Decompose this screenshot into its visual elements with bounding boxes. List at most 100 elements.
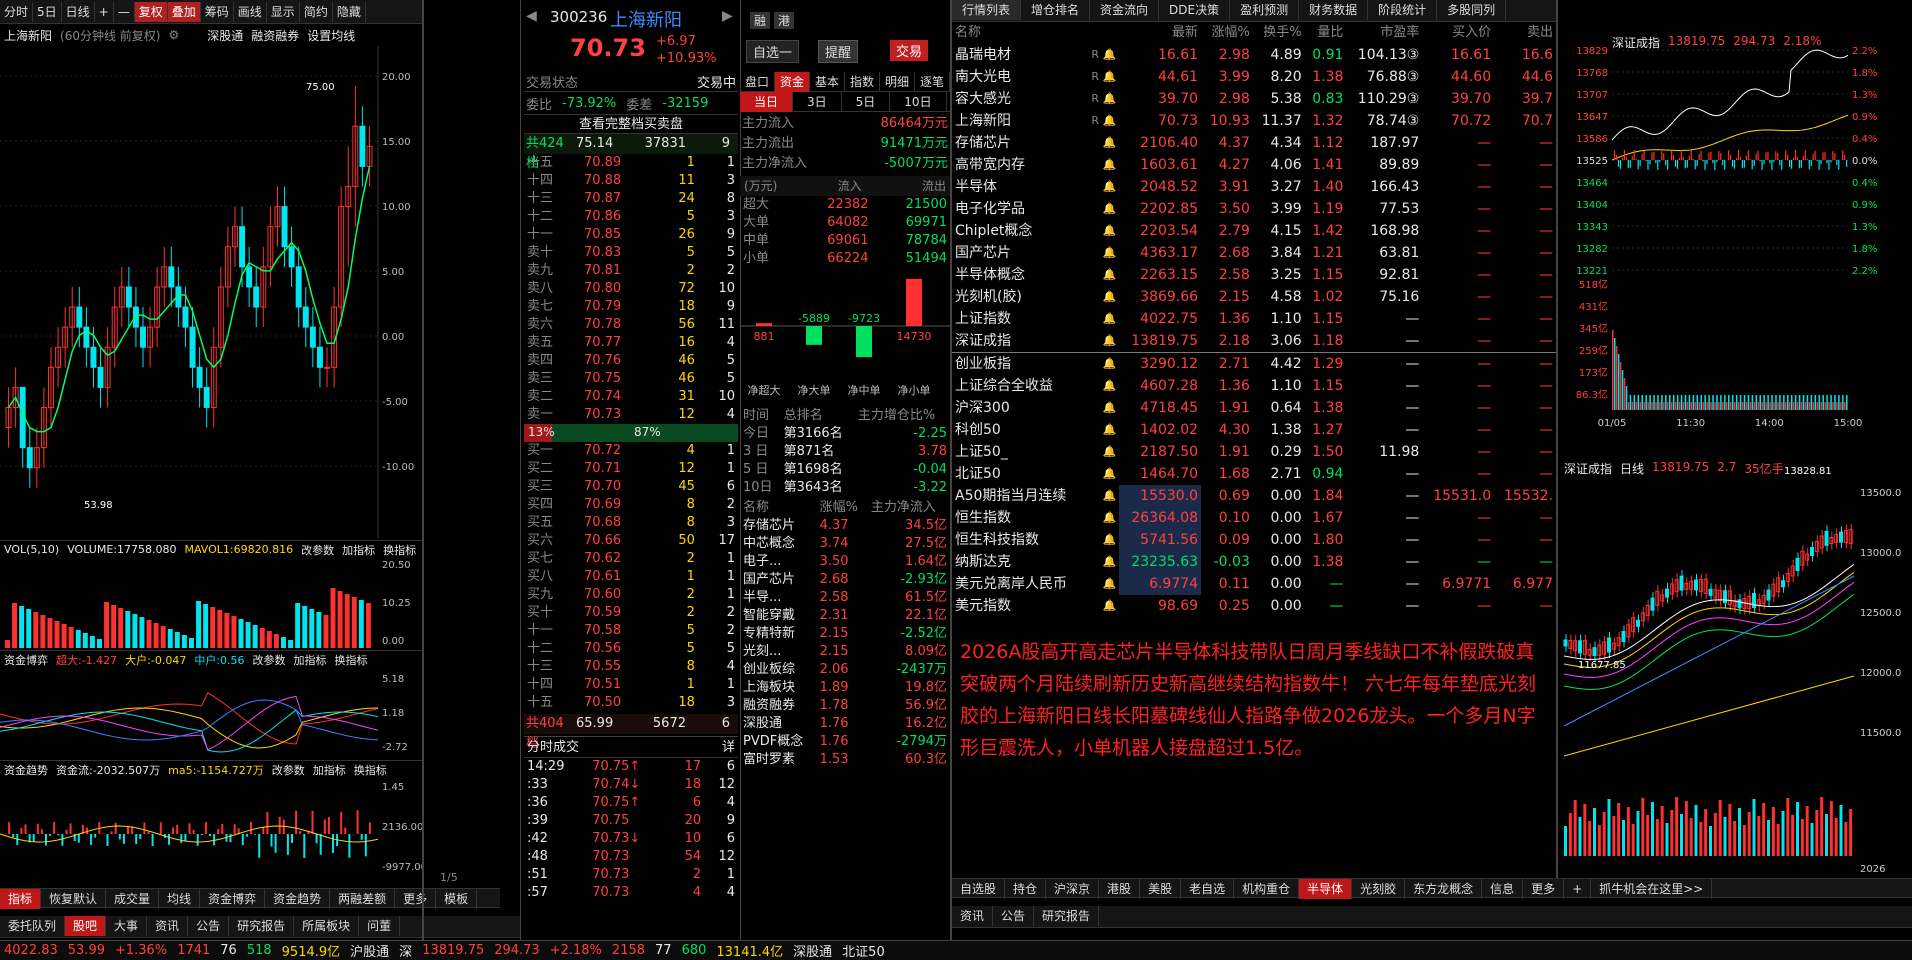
fund-subtab-1[interactable]: 3日 [793, 92, 842, 112]
vol-add-button[interactable]: 加指标 [342, 542, 375, 558]
sector-tab-1[interactable]: 持仓 [1005, 879, 1047, 899]
shengutong-link[interactable]: 深股通 [207, 27, 243, 44]
list-row-1[interactable]: 南大光电 R 🔔 44.61 3.99 8.20 1.38 76.88③ 44.60 44.6 [952, 66, 1556, 88]
list-row-15[interactable]: 上证综合全收益 🔔 4607.28 1.36 1.10 1.15 — — — [952, 375, 1556, 397]
market-tab-0[interactable]: 行情列表 [952, 0, 1022, 20]
sell-row-2[interactable]: 十三 70.87 24 8 [524, 190, 738, 208]
list-row-13[interactable]: 深证成指 🔔 13819.75 2.18 3.06 1.18 — — — [952, 330, 1556, 353]
market-tab-4[interactable]: 盈利预测 [1230, 0, 1300, 20]
fund-subtab-2[interactable]: 5日 [842, 92, 891, 112]
buy-row-0[interactable]: 买一 70.72 4 1 [524, 442, 738, 460]
prev-arrow-icon[interactable]: ◀ [526, 8, 537, 24]
next-arrow-icon[interactable]: ▶ [722, 8, 733, 24]
buy-row-13[interactable]: 十四 70.51 1 1 [524, 676, 738, 694]
list-row-19[interactable]: 北证50 🔔 1464.70 1.68 2.71 0.94 — — — [952, 463, 1556, 485]
sell-row-3[interactable]: 十二 70.86 5 3 [524, 208, 738, 226]
list-row-12[interactable]: 上证指数 🔔 4022.75 1.36 1.10 1.15 — — — [952, 308, 1556, 330]
market-tab-5[interactable]: 财务数据 [1299, 0, 1369, 20]
lower-tab-1[interactable]: 股吧 [65, 916, 107, 936]
sector-tab-12[interactable]: + [1564, 879, 1592, 899]
list-row-0[interactable]: 晶瑞电材 R 🔔 16.61 2.98 4.89 0.91 104.13③ 16.61 16.6 [952, 44, 1556, 66]
trade-button[interactable]: 交易 [890, 40, 929, 61]
toolbar-btn-6[interactable]: 叠加 [167, 2, 201, 22]
ind-tab-3[interactable]: 均线 [159, 889, 201, 909]
full-book-button[interactable]: 查看完整档买卖盘 [524, 114, 738, 134]
fund-tab-2[interactable]: 基本 [810, 72, 845, 92]
market-tab-1[interactable]: 增仓排名 [1021, 0, 1091, 20]
toolbar-btn-2[interactable]: 日线 [62, 2, 95, 22]
vol-swap-button[interactable]: 换指标 [383, 542, 416, 558]
status-hgt[interactable]: 沪股通 [350, 941, 389, 960]
sell-row-11[interactable]: 卖四 70.76 46 5 [524, 352, 738, 370]
trend-param-button[interactable]: 改参数 [272, 762, 305, 778]
toolbar-btn-9[interactable]: 显示 [267, 2, 300, 22]
ind-tab-8[interactable]: 模板 [436, 889, 478, 909]
index-day-chart[interactable]: 13500.0 13000.0 12500.0 12000.0 11500.0 13828… [1558, 456, 1912, 876]
sell-row-13[interactable]: 卖二 70.74 31 10 [524, 388, 738, 406]
list-row-4[interactable]: 存储芯片 🔔 2106.40 4.37 4.34 1.12 187.97 — — [952, 132, 1556, 154]
sector-tab-7[interactable]: 半导体 [1299, 879, 1353, 899]
lower-tab-5[interactable]: 研究报告 [229, 916, 295, 936]
buy-row-10[interactable]: 十一 70.58 5 2 [524, 622, 738, 640]
ind-tab-7[interactable]: 更多 [395, 889, 437, 909]
ind-tab-2[interactable]: 成交量 [106, 889, 160, 909]
list-row-5[interactable]: 高带宽内存 🔔 1603.61 4.27 4.06 1.41 89.89 — — [952, 154, 1556, 176]
sector-row-8[interactable]: 创业板综 2.06 -2437万 [740, 661, 950, 679]
ind-tab-0[interactable]: 指标 [0, 889, 42, 909]
sector-row-9[interactable]: 上海板块 1.89 19.8亿 [740, 679, 950, 697]
rzrq-link[interactable]: 融资融券 [251, 27, 299, 44]
ind-tab-6[interactable]: 两融差额 [330, 889, 396, 909]
sector-tab-2[interactable]: 沪深京 [1046, 879, 1100, 899]
fund-subtab-0[interactable]: 当日 [740, 92, 794, 112]
sell-row-12[interactable]: 卖三 70.75 46 5 [524, 370, 738, 388]
fund-tab-4[interactable]: 明细 [880, 72, 915, 92]
sector-row-12[interactable]: PVDF概念 1.76 -2794万 [740, 733, 950, 751]
sector-tab-5[interactable]: 老自选 [1181, 879, 1235, 899]
sector-row-10[interactable]: 融资融券 1.78 56.9亿 [740, 697, 950, 715]
list-row-14[interactable]: 创业板指 🔔 3290.12 2.71 4.42 1.29 — — — [952, 352, 1556, 376]
status-sgt[interactable]: 深股通 [793, 941, 832, 960]
market-tab-3[interactable]: DDE决策 [1159, 0, 1231, 20]
fund-tab-0[interactable]: 盘口 [740, 72, 775, 92]
buy-row-9[interactable]: 买十 70.59 2 2 [524, 604, 738, 622]
ind-tab-4[interactable]: 资金博弈 [200, 889, 266, 909]
fund-subtab-3[interactable]: 10日 [890, 92, 947, 112]
trend-add-button[interactable]: 加指标 [313, 762, 346, 778]
index-minute-chart[interactable]: 13829 2.2% 13768 1.8% 13707 1.3% 13647 0.9% 1358… [1558, 30, 1912, 450]
buy-row-2[interactable]: 买三 70.70 45 6 [524, 478, 738, 496]
sell-row-7[interactable]: 卖八 70.80 72 10 [524, 280, 738, 298]
list-row-16[interactable]: 沪深300 🔔 4718.45 1.91 0.64 1.38 — — — [952, 397, 1556, 419]
list-row-3[interactable]: 上海新阳 R 🔔 70.73 10.93 11.37 1.32 78.74③ 70.72 70.… [952, 110, 1556, 132]
list-row-10[interactable]: 半导体概念 🔔 2263.15 2.58 3.25 1.15 92.81 — — [952, 264, 1556, 286]
sector-row-6[interactable]: 专精特新 2.15 -2.52亿 [740, 625, 950, 643]
sell-row-6[interactable]: 卖九 70.81 2 2 [524, 262, 738, 280]
toolbar-btn-7[interactable]: 筹码 [201, 2, 234, 22]
ind-tab-1[interactable]: 恢复默认 [41, 889, 107, 909]
sell-row-14[interactable]: 卖一 70.73 12 4 [524, 406, 738, 424]
sector-tab2-1[interactable]: 公告 [993, 906, 1035, 926]
sector-tab-8[interactable]: 光刻胶 [1352, 879, 1406, 899]
game-param-button[interactable]: 改参数 [253, 652, 286, 668]
toolbar-btn-10[interactable]: 简约 [300, 2, 333, 22]
sell-row-1[interactable]: 十四 70.88 11 3 [524, 172, 738, 190]
sector-row-5[interactable]: 智能穿戴 2.31 22.1亿 [740, 607, 950, 625]
lower-tab-2[interactable]: 大事 [106, 916, 148, 936]
remind-button[interactable]: 提醒 [818, 40, 859, 63]
fund-tab-3[interactable]: 指数 [845, 72, 880, 92]
sector-row-1[interactable]: 中芯概念 3.74 27.5亿 [740, 535, 950, 553]
lower-tab-6[interactable]: 所属板块 [294, 916, 360, 936]
sector-tab2-0[interactable]: 资讯 [952, 906, 994, 926]
lower-tab-0[interactable]: 委托队列 [0, 916, 66, 936]
set-ma-link[interactable]: 设置均线 [307, 27, 355, 44]
list-row-22[interactable]: 恒生科技指数 🔔 5741.56 0.09 0.00 1.80 — — — [952, 529, 1556, 551]
list-row-21[interactable]: 恒生指数 🔔 26364.08 0.10 0.00 1.67 — — — [952, 507, 1556, 529]
lower-tab-4[interactable]: 公告 [188, 916, 230, 936]
sector-row-2[interactable]: 电子... 3.50 1.64亿 [740, 553, 950, 571]
buy-row-14[interactable]: 十五 70.50 18 3 [524, 694, 738, 712]
game-add-button[interactable]: 加指标 [294, 652, 327, 668]
toolbar-btn-8[interactable]: 画线 [234, 2, 267, 22]
list-row-2[interactable]: 容大感光 R 🔔 39.70 2.98 5.38 0.83 110.29③ 39.70 39.7 [952, 88, 1556, 110]
list-row-7[interactable]: 电子化学品 🔔 2202.85 3.50 3.99 1.19 77.53 — — [952, 198, 1556, 220]
list-row-23[interactable]: 纳斯达克 🔔 23235.63 -0.03 0.00 1.38 — — — [952, 551, 1556, 573]
fund-tab-1[interactable]: 资金 [775, 72, 810, 92]
